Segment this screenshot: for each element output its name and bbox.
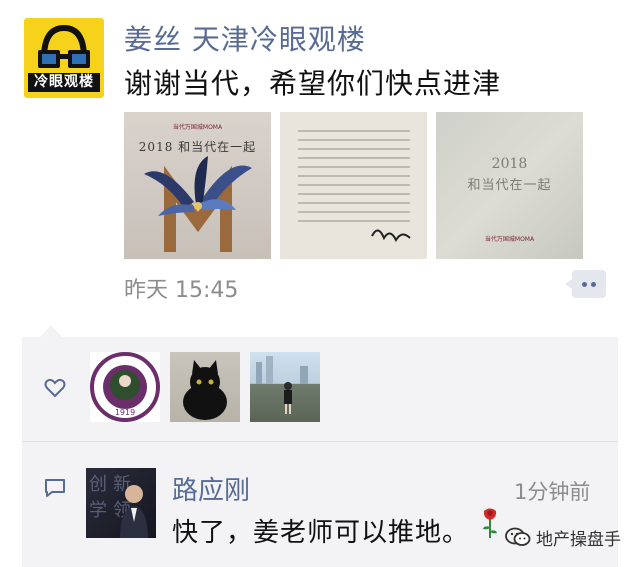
university-seal-icon: 1919 — [90, 352, 160, 422]
black-cat-icon — [183, 360, 227, 420]
svg-text:1919: 1919 — [115, 408, 135, 417]
comment-icon — [45, 479, 65, 497]
author-avatar[interactable]: 冷眼观楼 — [24, 18, 104, 98]
liker-avatar-city[interactable] — [250, 352, 320, 422]
rose-icon — [483, 508, 497, 538]
liker-avatar-nankai[interactable]: 1919 — [90, 352, 160, 422]
post-photo-2[interactable] — [280, 112, 427, 259]
city-person-icon — [256, 356, 308, 414]
flower-m-artwork-icon — [144, 156, 252, 252]
post-text: 谢谢当代，希望你们快点进津 — [124, 67, 502, 100]
post-author-name[interactable]: 姜丝 天津冷眼观楼 — [124, 18, 366, 58]
post-timestamp: 昨天 15:45 — [124, 278, 239, 303]
more-actions-button[interactable] — [565, 270, 606, 298]
dot-icon — [582, 281, 587, 287]
comment-text: 快了，姜老师可以推地。 — [172, 518, 470, 548]
post-photo-3[interactable]: 2018 和当代在一起 当代万国城MOMA — [436, 112, 583, 259]
photo-brand-label: 当代万国城MOMA — [484, 236, 535, 243]
watermark-text: 地产操盘手 — [536, 529, 621, 550]
person-portrait-icon — [120, 485, 148, 538]
avatar-logo-text: 冷眼观楼 — [28, 73, 100, 92]
comment-timestamp: 1分钟前 — [514, 480, 591, 504]
dot-icon — [591, 281, 596, 287]
wechat-official-account-icon — [505, 527, 531, 546]
heart-icon — [44, 378, 66, 398]
photo-title: 2018 和当代在一起 — [467, 156, 552, 193]
signature-icon — [371, 229, 411, 243]
watermark: 地产操盘手 — [504, 525, 621, 550]
commenter-avatar[interactable]: 创新 学领 — [86, 468, 156, 538]
commenter-name[interactable]: 路应刚 — [172, 470, 250, 507]
post-photo-1[interactable]: 当代万国城MOMA 2018 和当代在一起 — [124, 112, 271, 259]
panel-pointer — [40, 325, 62, 337]
panel-divider — [22, 441, 618, 442]
liker-avatar-cat[interactable] — [170, 352, 240, 422]
